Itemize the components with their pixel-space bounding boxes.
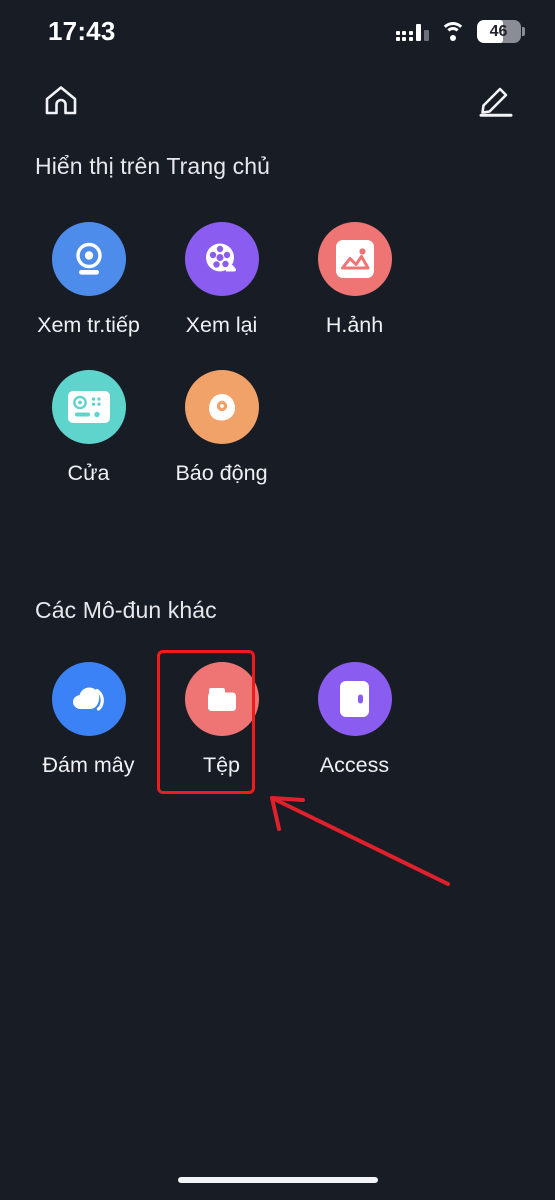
door-access-icon [51,370,126,444]
module-tile-xem-lai[interactable]: Xem lại [155,212,288,338]
camera-icon [51,222,126,296]
cellular-signal-icon [395,21,429,41]
access-door-icon [317,662,392,736]
module-tile-access[interactable]: Access [288,652,421,778]
cloud-icon [51,662,126,736]
other-modules-grid: Đám mây Tệp Access [22,652,542,800]
battery-percent-label: 46 [489,22,508,40]
alarm-icon [184,370,259,444]
edit-pencil-icon[interactable] [473,77,519,123]
section-title-home: Hiển thị trên Trang chủ [35,153,270,179]
module-label: Đám mây [42,753,135,777]
module-label: Tệp [202,753,241,777]
module-tile-dam-may[interactable]: Đám mây [22,652,155,778]
module-tile-h-anh[interactable]: H.ảnh [288,212,421,338]
film-reel-icon [184,222,259,296]
module-tile-bao-dong[interactable]: Báo động [155,360,288,486]
phone-screen: 17:43 46 Hiển thị trên Trang chủ Xem tr.… [0,0,555,1200]
module-label: Access [319,753,390,777]
module-label: Xem tr.tiếp [37,313,140,337]
module-label: Cửa [67,461,110,485]
section-title-other-modules: Các Mô-đun khác [35,597,217,623]
status-bar: 17:43 46 [0,0,555,62]
home-icon[interactable] [38,77,84,123]
module-tile-xem-tr-tiep[interactable]: Xem tr.tiếp [22,212,155,338]
module-label: Xem lại [185,313,258,337]
module-label: H.ảnh [325,313,384,337]
home-indicator-bar[interactable] [177,1177,378,1183]
battery-icon: 46 [476,19,525,43]
folder-icon [184,662,259,736]
status-indicators: 46 [395,19,525,43]
image-icon [317,222,392,296]
wifi-icon [439,21,466,41]
module-label: Báo động [175,461,268,485]
home-modules-grid: Xem tr.tiếp Xem lại H.ảnh Cửa Báo động [22,212,542,508]
module-tile-cua[interactable]: Cửa [22,360,155,486]
module-tile-tep[interactable]: Tệp [155,652,288,778]
status-time: 17:43 [48,15,116,46]
app-nav-bar [0,70,555,130]
